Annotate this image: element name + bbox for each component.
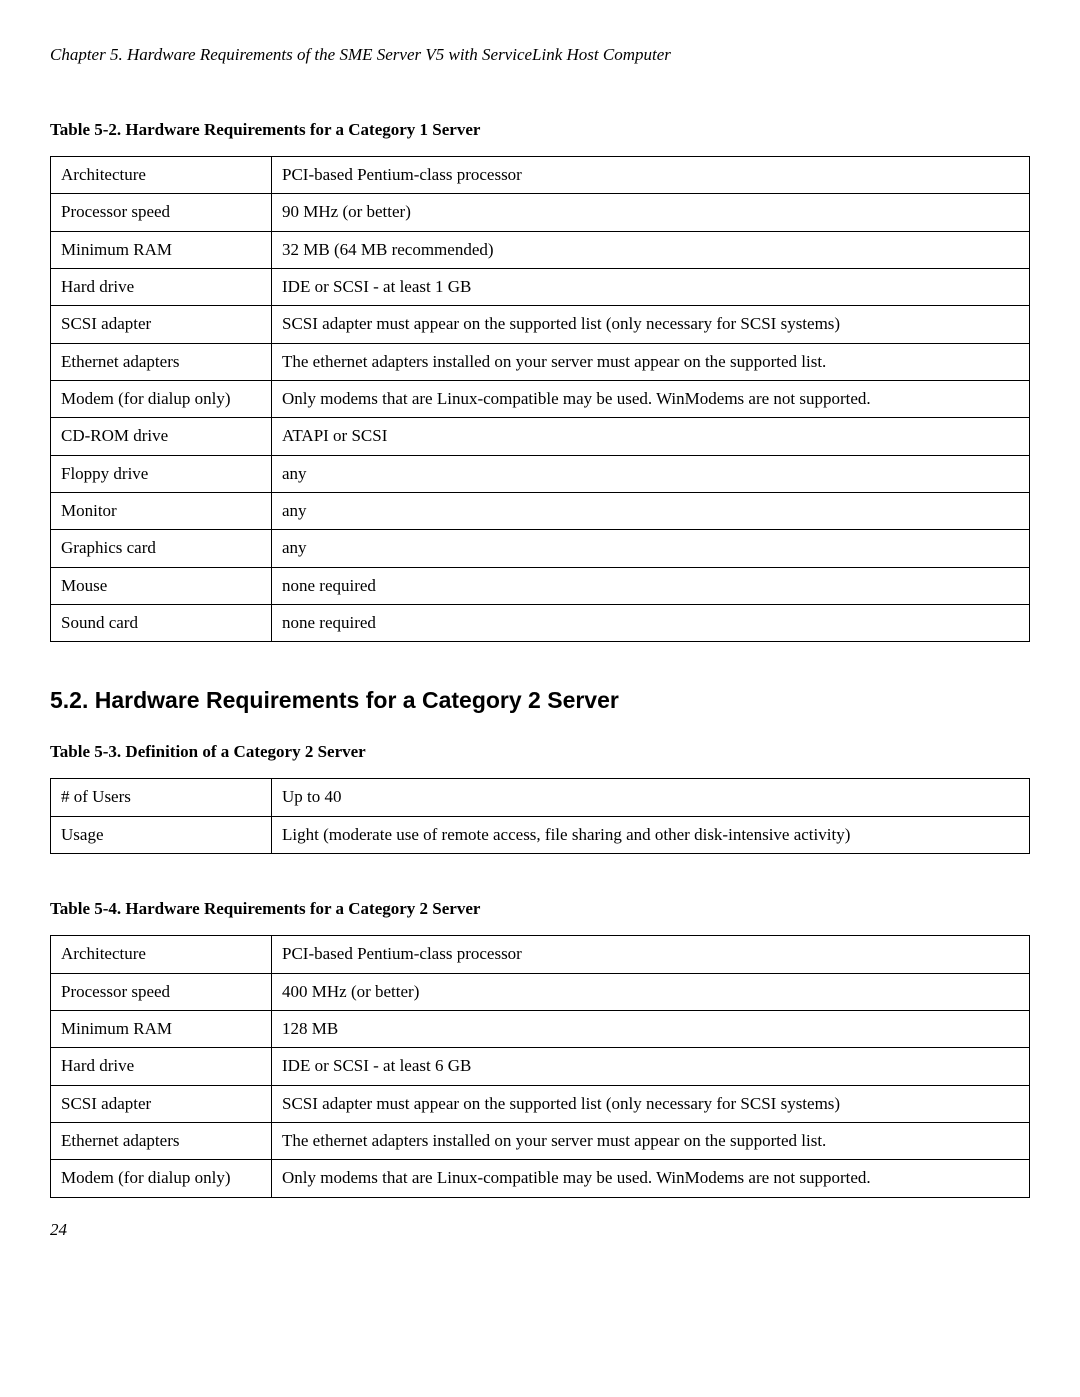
cell-val: none required — [272, 605, 1030, 642]
cell-key: Ethernet adapters — [51, 343, 272, 380]
cell-key: Modem (for dialup only) — [51, 381, 272, 418]
table-row: SCSI adapterSCSI adapter must appear on … — [51, 1085, 1030, 1122]
cell-key: Mouse — [51, 567, 272, 604]
table-row: Monitorany — [51, 493, 1030, 530]
cell-key: Processor speed — [51, 973, 272, 1010]
cell-val: The ethernet adapters installed on your … — [272, 343, 1030, 380]
cell-val: Up to 40 — [272, 779, 1030, 816]
cell-val: PCI-based Pentium-class processor — [272, 936, 1030, 973]
cell-val: 32 MB (64 MB recommended) — [272, 231, 1030, 268]
cell-key: SCSI adapter — [51, 306, 272, 343]
cell-val: 90 MHz (or better) — [272, 194, 1030, 231]
table-row: Minimum RAM32 MB (64 MB recommended) — [51, 231, 1030, 268]
table-row: ArchitecturePCI-based Pentium-class proc… — [51, 157, 1030, 194]
cell-val: SCSI adapter must appear on the supporte… — [272, 1085, 1030, 1122]
table-row: SCSI adapterSCSI adapter must appear on … — [51, 306, 1030, 343]
cell-key: Floppy drive — [51, 455, 272, 492]
table-row: Floppy driveany — [51, 455, 1030, 492]
table-5-4-caption: Table 5-4. Hardware Requirements for a C… — [50, 899, 1030, 919]
cell-key: Sound card — [51, 605, 272, 642]
cell-val: any — [272, 455, 1030, 492]
cell-key: Minimum RAM — [51, 231, 272, 268]
cell-val: 128 MB — [272, 1010, 1030, 1047]
cell-key: Processor speed — [51, 194, 272, 231]
table-row: Minimum RAM128 MB — [51, 1010, 1030, 1047]
page-number: 24 — [50, 1220, 1030, 1240]
cell-key: Architecture — [51, 936, 272, 973]
cell-val: any — [272, 493, 1030, 530]
table-row: ArchitecturePCI-based Pentium-class proc… — [51, 936, 1030, 973]
cell-key: Minimum RAM — [51, 1010, 272, 1047]
cell-val: 400 MHz (or better) — [272, 973, 1030, 1010]
page: Chapter 5. Hardware Requirements of the … — [0, 0, 1080, 1290]
table-row: Processor speed90 MHz (or better) — [51, 194, 1030, 231]
cell-key: CD-ROM drive — [51, 418, 272, 455]
table-row: Graphics cardany — [51, 530, 1030, 567]
section-heading-5-2: 5.2. Hardware Requirements for a Categor… — [50, 687, 1030, 714]
table-row: CD-ROM driveATAPI or SCSI — [51, 418, 1030, 455]
table-row: UsageLight (moderate use of remote acces… — [51, 816, 1030, 853]
cell-key: Hard drive — [51, 1048, 272, 1085]
table-row: Modem (for dialup only)Only modems that … — [51, 1160, 1030, 1197]
cell-val: IDE or SCSI - at least 6 GB — [272, 1048, 1030, 1085]
cell-val: Only modems that are Linux-compatible ma… — [272, 381, 1030, 418]
table-row: Ethernet adaptersThe ethernet adapters i… — [51, 1122, 1030, 1159]
cell-key: SCSI adapter — [51, 1085, 272, 1122]
table-5-3: # of UsersUp to 40 UsageLight (moderate … — [50, 778, 1030, 854]
cell-val: Only modems that are Linux-compatible ma… — [272, 1160, 1030, 1197]
table-row: Mousenone required — [51, 567, 1030, 604]
table-5-3-caption: Table 5-3. Definition of a Category 2 Se… — [50, 742, 1030, 762]
cell-key: Monitor — [51, 493, 272, 530]
cell-key: Graphics card — [51, 530, 272, 567]
cell-val: SCSI adapter must appear on the supporte… — [272, 306, 1030, 343]
table-5-4: ArchitecturePCI-based Pentium-class proc… — [50, 935, 1030, 1197]
cell-key: Hard drive — [51, 269, 272, 306]
cell-val: PCI-based Pentium-class processor — [272, 157, 1030, 194]
table-row: # of UsersUp to 40 — [51, 779, 1030, 816]
table-row: Sound cardnone required — [51, 605, 1030, 642]
table-row: Hard driveIDE or SCSI - at least 6 GB — [51, 1048, 1030, 1085]
cell-val: ATAPI or SCSI — [272, 418, 1030, 455]
cell-val: Light (moderate use of remote access, fi… — [272, 816, 1030, 853]
cell-val: any — [272, 530, 1030, 567]
table-5-2: ArchitecturePCI-based Pentium-class proc… — [50, 156, 1030, 642]
cell-key: Architecture — [51, 157, 272, 194]
cell-key: # of Users — [51, 779, 272, 816]
cell-key: Ethernet adapters — [51, 1122, 272, 1159]
cell-val: none required — [272, 567, 1030, 604]
cell-val: The ethernet adapters installed on your … — [272, 1122, 1030, 1159]
table-row: Ethernet adaptersThe ethernet adapters i… — [51, 343, 1030, 380]
cell-key: Modem (for dialup only) — [51, 1160, 272, 1197]
table-row: Hard driveIDE or SCSI - at least 1 GB — [51, 269, 1030, 306]
table-row: Processor speed400 MHz (or better) — [51, 973, 1030, 1010]
running-header: Chapter 5. Hardware Requirements of the … — [50, 45, 1030, 65]
cell-key: Usage — [51, 816, 272, 853]
cell-val: IDE or SCSI - at least 1 GB — [272, 269, 1030, 306]
table-row: Modem (for dialup only)Only modems that … — [51, 381, 1030, 418]
table-5-2-caption: Table 5-2. Hardware Requirements for a C… — [50, 120, 1030, 140]
